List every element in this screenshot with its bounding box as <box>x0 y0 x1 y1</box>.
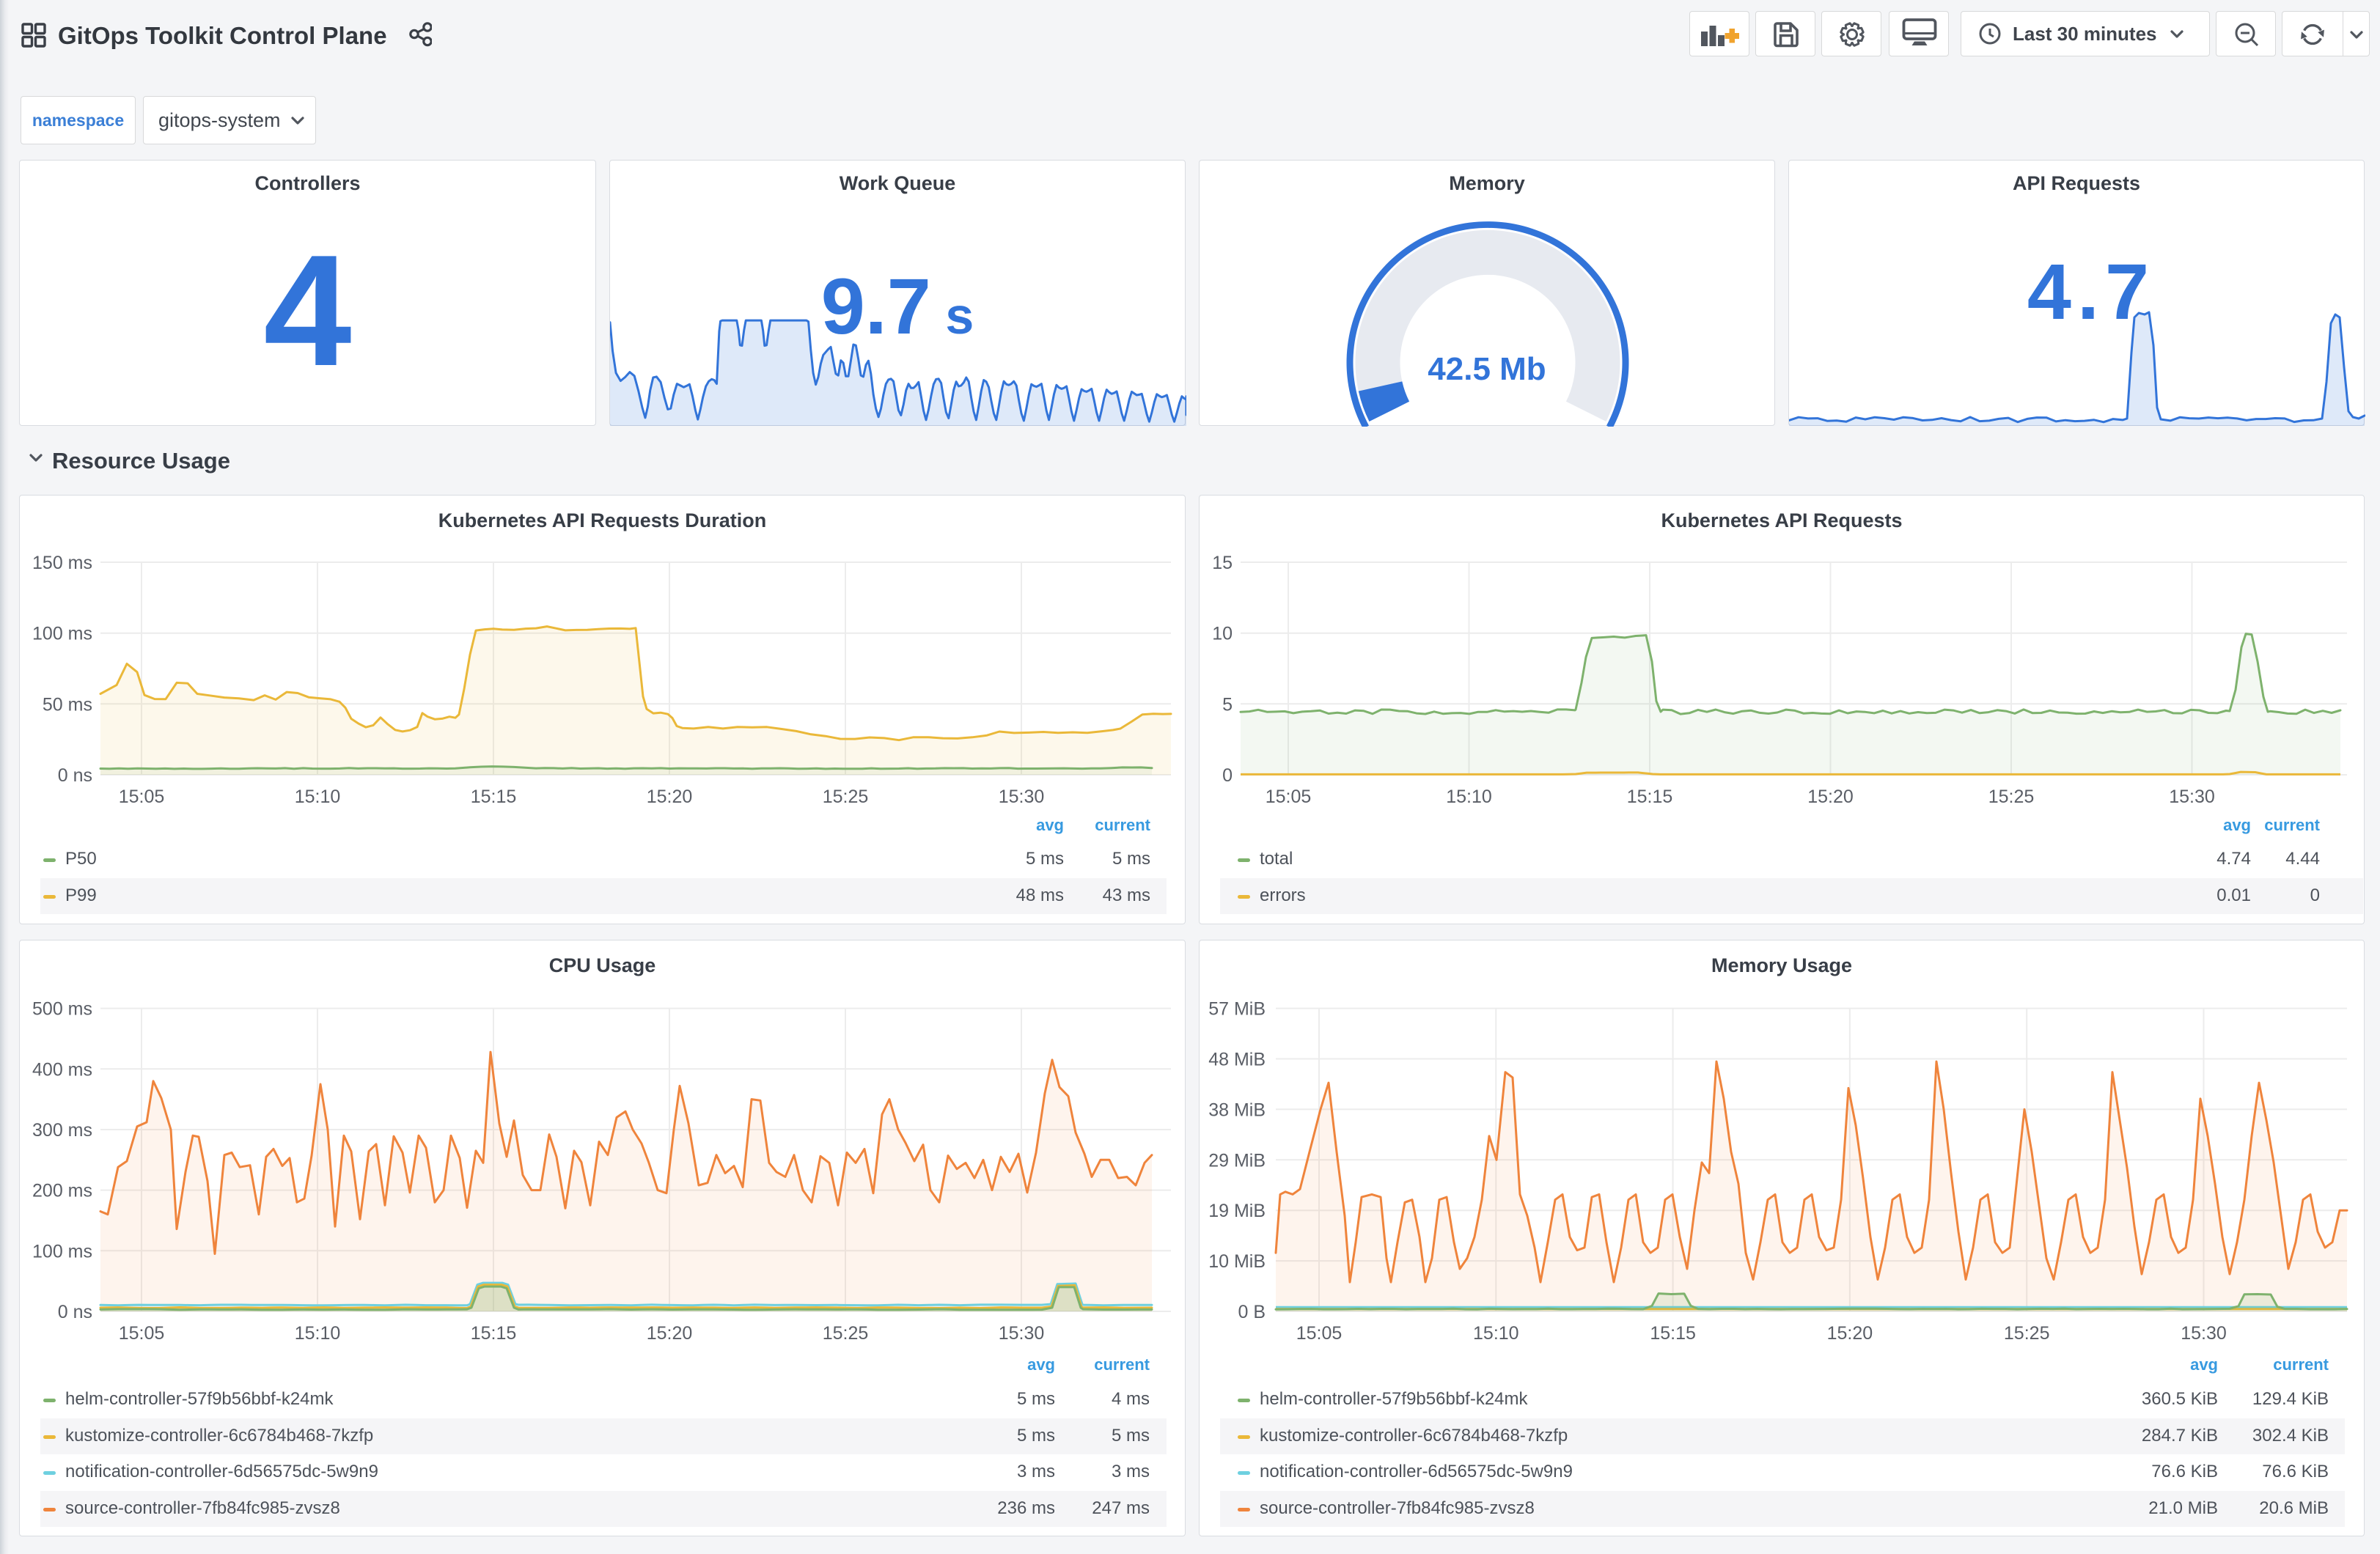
svg-text:15:20: 15:20 <box>647 1323 693 1344</box>
svg-text:15:30: 15:30 <box>999 1323 1045 1344</box>
svg-text:15:15: 15:15 <box>1650 1323 1696 1344</box>
svg-text:0 ns: 0 ns <box>58 1302 92 1322</box>
svg-text:5: 5 <box>1222 694 1233 715</box>
svg-text:500 ms: 500 ms <box>32 999 92 1020</box>
svg-text:15:25: 15:25 <box>823 1323 869 1344</box>
svg-text:38 MiB: 38 MiB <box>1208 1100 1266 1120</box>
svg-text:48 MiB: 48 MiB <box>1208 1050 1266 1070</box>
svg-text:15:15: 15:15 <box>471 1323 517 1344</box>
svg-text:100 ms: 100 ms <box>32 1241 92 1262</box>
svg-text:19 MiB: 19 MiB <box>1208 1201 1266 1221</box>
svg-text:15:15: 15:15 <box>471 787 517 807</box>
svg-text:150 ms: 150 ms <box>32 553 92 573</box>
svg-text:15:25: 15:25 <box>1988 787 2035 807</box>
svg-text:15:20: 15:20 <box>647 787 693 807</box>
svg-text:0: 0 <box>1222 765 1233 786</box>
svg-text:200 ms: 200 ms <box>32 1181 92 1201</box>
svg-text:15:10: 15:10 <box>295 787 341 807</box>
svg-text:10 MiB: 10 MiB <box>1208 1251 1266 1272</box>
svg-text:15:10: 15:10 <box>1446 787 1492 807</box>
svg-text:57 MiB: 57 MiB <box>1208 999 1266 1020</box>
svg-text:300 ms: 300 ms <box>32 1120 92 1141</box>
svg-text:29 MiB: 29 MiB <box>1208 1150 1266 1171</box>
svg-text:10: 10 <box>1212 624 1233 644</box>
svg-text:100 ms: 100 ms <box>32 624 92 644</box>
svg-text:400 ms: 400 ms <box>32 1059 92 1080</box>
svg-text:15:30: 15:30 <box>2181 1323 2227 1344</box>
svg-text:15:15: 15:15 <box>1627 787 1673 807</box>
svg-text:50 ms: 50 ms <box>43 694 92 715</box>
svg-text:15:20: 15:20 <box>1827 1323 1873 1344</box>
svg-text:15:05: 15:05 <box>1296 1323 1343 1344</box>
svg-text:15:10: 15:10 <box>1473 1323 1519 1344</box>
svg-text:0 B: 0 B <box>1238 1302 1266 1322</box>
svg-text:15:20: 15:20 <box>1807 787 1854 807</box>
svg-text:15:30: 15:30 <box>2169 787 2215 807</box>
svg-text:15:05: 15:05 <box>1266 787 1312 807</box>
svg-text:15:05: 15:05 <box>119 787 165 807</box>
svg-text:15:10: 15:10 <box>295 1323 341 1344</box>
svg-text:15:30: 15:30 <box>999 787 1045 807</box>
svg-text:15: 15 <box>1212 553 1233 573</box>
svg-text:15:25: 15:25 <box>2004 1323 2050 1344</box>
svg-text:0 ns: 0 ns <box>58 765 92 786</box>
svg-text:15:25: 15:25 <box>823 787 869 807</box>
svg-text:15:05: 15:05 <box>119 1323 165 1344</box>
